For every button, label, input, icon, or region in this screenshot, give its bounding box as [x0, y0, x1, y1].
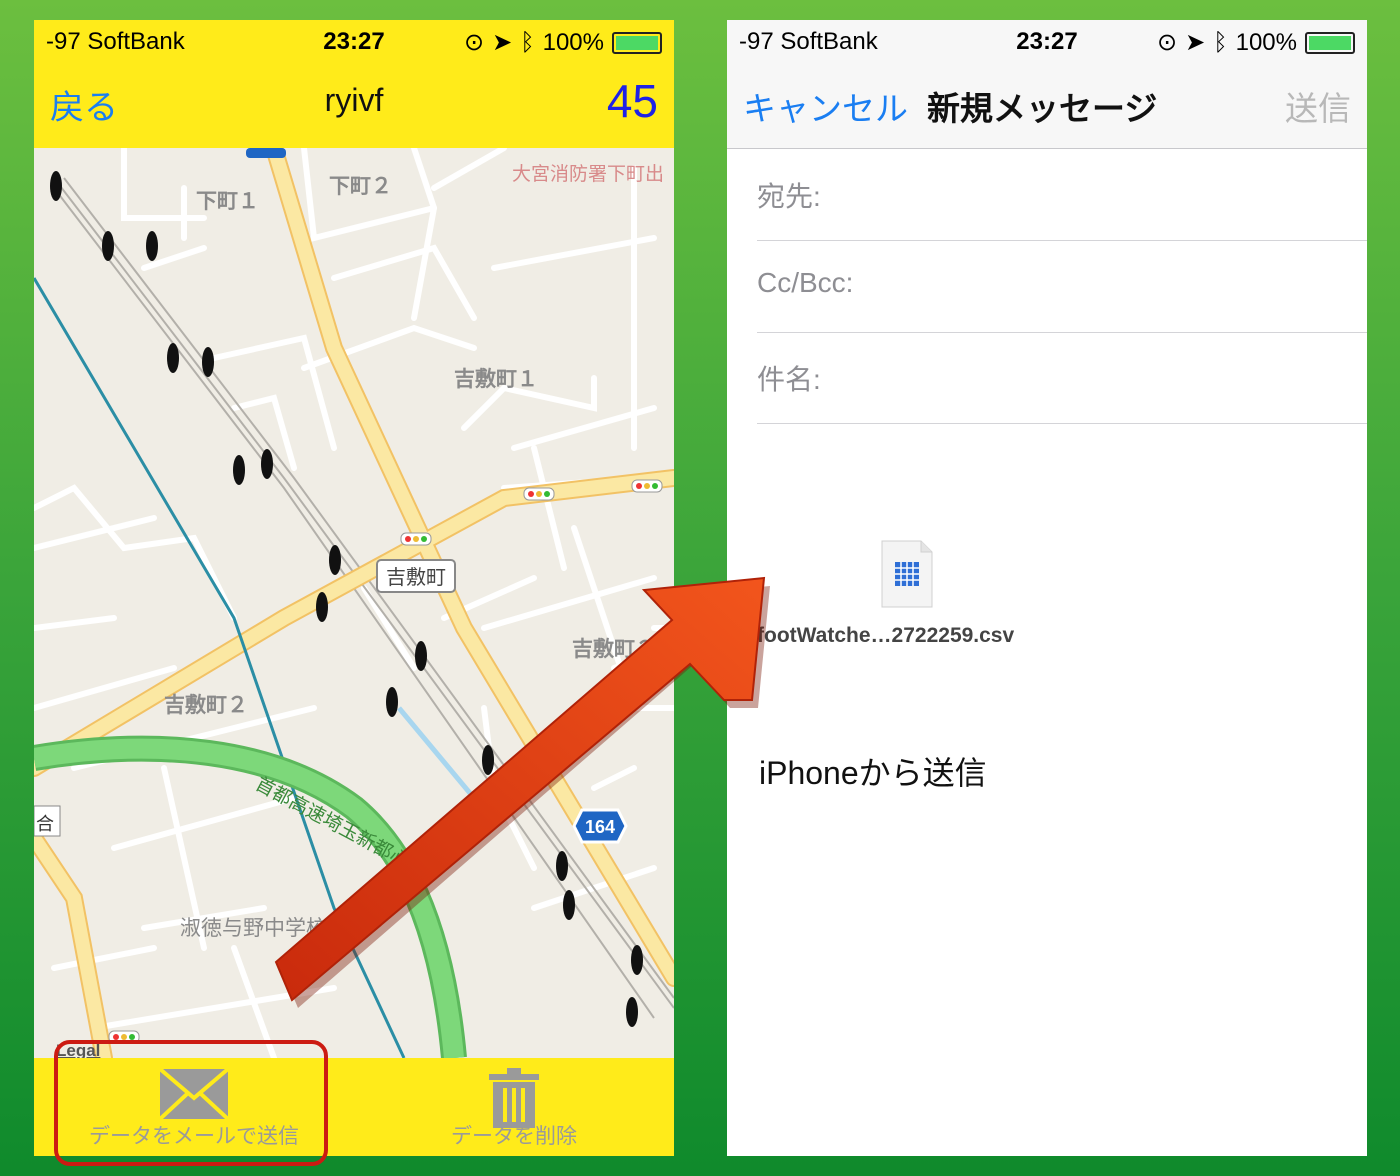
location-arrow-icon: ➤ — [1185, 29, 1206, 56]
compose-title: 新規メッセージ — [927, 90, 1158, 127]
label-yoshikicho2-left: 吉敷町２ — [164, 693, 248, 717]
orientation-lock-icon: ⊙ — [1156, 29, 1178, 56]
compose-navigation-bar: -97 SoftBank 23:27 ⊙ ➤ ᛒ 100% キャンセル 新規メッ… — [727, 20, 1367, 149]
highlight-box — [54, 1040, 328, 1166]
battery-percent: 100% — [1235, 28, 1297, 56]
send-button[interactable]: 送信 — [1285, 82, 1351, 130]
location-arrow-icon: ➤ — [492, 29, 513, 56]
label-yoshikicho1: 吉敷町１ — [454, 367, 538, 391]
left-phone-screen: 164 下町１ 下町２ 吉敷町１ 吉敷町２ 吉敷町２ 淑徳与野中学校 大宮消防署… — [34, 20, 674, 1156]
label-edge: 合 — [36, 814, 54, 834]
label-yoshikicho-badge: 吉敷町 — [386, 566, 446, 589]
attachment-filename: footWatche…2722259.csv — [757, 624, 1015, 647]
bluetooth-icon: ᛒ — [520, 28, 535, 56]
battery-icon — [1305, 31, 1355, 54]
orientation-lock-icon: ⊙ — [463, 29, 485, 56]
point-count: 45 — [606, 75, 658, 127]
route-shield: 164 — [572, 808, 628, 844]
footprint-icon — [50, 171, 62, 201]
spreadsheet-file-icon — [881, 540, 933, 608]
label-fire-station: 大宮消防署下町出 — [512, 163, 664, 185]
page-title: ryivf — [324, 82, 384, 118]
to-field[interactable]: 宛先: — [757, 149, 1367, 241]
cancel-button[interactable]: キャンセル — [743, 82, 908, 130]
status-bar: -97 SoftBank 23:27 ⊙ ➤ ᛒ 100% — [727, 20, 1367, 60]
subject-label: 件名: — [757, 364, 821, 395]
right-phone-screen: -97 SoftBank 23:27 ⊙ ➤ ᛒ 100% キャンセル 新規メッ… — [727, 20, 1367, 1156]
ccbcc-field[interactable]: Cc/Bcc: — [757, 241, 1367, 333]
battery-percent: 100% — [542, 28, 604, 56]
subject-field[interactable]: 件名: — [757, 332, 1367, 424]
delete-data-button[interactable]: データを削除 — [354, 1058, 674, 1156]
email-signature[interactable]: iPhoneから送信 — [759, 748, 987, 794]
status-bar: -97 SoftBank 23:27 ⊙ ➤ ᛒ 100% — [34, 20, 674, 60]
delete-data-label: データを削除 — [451, 1125, 577, 1148]
attachment[interactable]: footWatche…2722259.csv — [757, 540, 1077, 650]
map-view[interactable]: 164 下町１ 下町２ 吉敷町１ 吉敷町２ 吉敷町２ 淑徳与野中学校 大宮消防署… — [34, 148, 674, 1058]
left-navigation-bar: -97 SoftBank 23:27 ⊙ ➤ ᛒ 100% 戻る ryivf 4… — [34, 20, 674, 148]
map-canvas: 164 下町１ 下町２ 吉敷町１ 吉敷町２ 吉敷町２ 淑徳与野中学校 大宮消防署… — [34, 148, 674, 1058]
bluetooth-icon: ᛒ — [1213, 28, 1228, 56]
to-label: 宛先: — [757, 181, 821, 212]
label-shimocho1: 下町１ — [196, 190, 259, 213]
label-school: 淑徳与野中学校 — [180, 917, 327, 940]
label-shimocho2: 下町２ — [329, 175, 392, 198]
battery-icon — [612, 31, 662, 54]
ccbcc-label: Cc/Bcc: — [757, 267, 854, 298]
trash-icon — [354, 1068, 674, 1128]
label-yoshikicho2-right: 吉敷町２ — [572, 637, 656, 661]
route-number: 164 — [585, 817, 615, 837]
